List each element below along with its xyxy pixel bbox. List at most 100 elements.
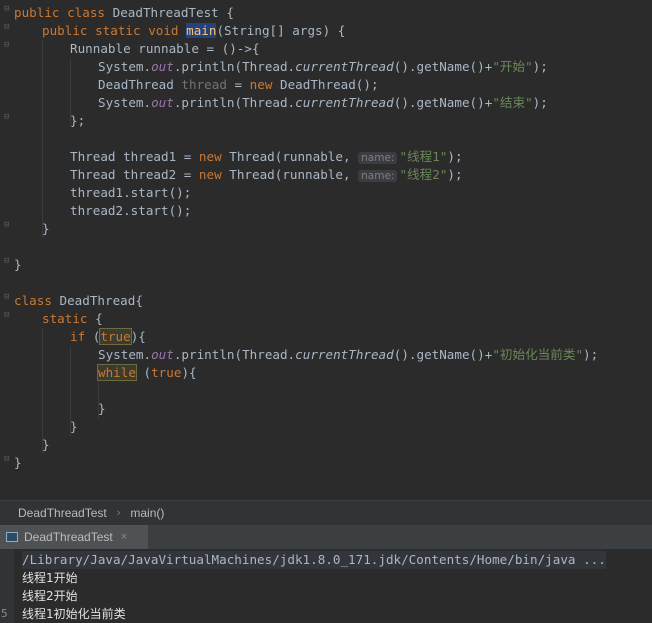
fold-marker-icon[interactable]: ⊟	[4, 113, 10, 122]
parameter-hint: name:	[358, 170, 398, 182]
fold-marker-icon[interactable]: ⊟	[4, 5, 10, 14]
code-line-3[interactable]: Runnable runnable = ()->{	[70, 40, 260, 58]
code-text: ().getName()+	[393, 95, 493, 110]
fold-marker-icon[interactable]: ⊟	[4, 257, 10, 266]
code-text: .println(Thread.	[173, 95, 296, 110]
tab-run-deadthreadtest[interactable]: DeadThreadTest ×	[0, 525, 148, 551]
keyword: public	[42, 23, 88, 38]
string-literal: "初始化当前类"	[492, 347, 584, 362]
brace: {	[226, 5, 234, 20]
class-name: DeadThread{	[51, 293, 143, 308]
code-text: DeadThread	[98, 77, 182, 92]
code-line-10[interactable]: Thread thread2 = new Thread(runnable, na…	[70, 166, 463, 184]
static-field: out	[151, 347, 174, 362]
keyword: new	[198, 149, 222, 164]
code-line-20[interactable]: System.out.println(Thread.currentThread(…	[98, 346, 598, 364]
code-text: System.	[98, 95, 152, 110]
code-text: ){	[181, 365, 197, 380]
code-text: DeadThread();	[272, 77, 379, 92]
run-console[interactable]: 5 /Library/Java/JavaVirtualMachines/jdk1…	[0, 549, 652, 623]
code-line-15[interactable]: }	[14, 256, 22, 274]
code-line-26[interactable]: }	[14, 454, 22, 472]
code-line-19[interactable]: if (true){	[70, 328, 146, 346]
code-line-11[interactable]: thread1.start();	[70, 184, 191, 202]
code-text: =	[226, 77, 250, 92]
code-text: .println(Thread.	[173, 59, 296, 74]
chevron-right-icon: ›	[116, 507, 121, 519]
code-line-13[interactable]: }	[42, 220, 50, 238]
code-text: Thread(runnable,	[221, 149, 359, 164]
keyword: new	[249, 77, 273, 92]
fold-marker-icon[interactable]: ⊟	[4, 221, 10, 230]
static-field: out	[151, 95, 174, 110]
code-line-4[interactable]: System.out.println(Thread.currentThread(…	[98, 58, 548, 76]
indent-guide	[42, 40, 43, 238]
code-text: );	[447, 149, 463, 164]
fold-marker-icon[interactable]: ⊟	[4, 311, 10, 320]
code-text: Thread(runnable,	[221, 167, 359, 182]
string-literal: "结束"	[492, 95, 533, 110]
class-name: DeadThreadTest	[112, 5, 219, 20]
console-output-line: 线程2开始	[22, 589, 78, 603]
keyword: static	[42, 311, 88, 326]
fold-marker-icon[interactable]: ⊟	[4, 41, 10, 50]
breadcrumb: DeadThreadTest › main()	[0, 500, 652, 525]
unused-variable: thread	[181, 77, 227, 92]
code-line-7[interactable]: };	[70, 112, 85, 130]
code-line-1[interactable]: public class DeadThreadTest {	[14, 4, 234, 22]
code-line-9[interactable]: Thread thread1 = new Thread(runnable, na…	[70, 148, 463, 166]
console-command-line: /Library/Java/JavaVirtualMachines/jdk1.8…	[22, 551, 606, 569]
editor-gutter[interactable]: ⊟ ⊟ ⊟ ⊟ ⊟ ⊟ ⊟ ⊟ ⊟	[0, 0, 12, 500]
breadcrumb-class[interactable]: DeadThreadTest	[0, 506, 107, 520]
code-text: );	[447, 167, 463, 182]
code-text: {	[87, 311, 103, 326]
code-line-25[interactable]: }	[42, 436, 50, 454]
code-text: (	[85, 329, 101, 344]
keyword: new	[198, 167, 222, 182]
string-literal: "线程1"	[399, 149, 448, 164]
keyword: public	[14, 5, 60, 20]
string-literal: "线程2"	[399, 167, 448, 182]
run-tab-label: DeadThreadTest	[24, 530, 113, 544]
parameter-hint: name:	[358, 152, 398, 164]
console-gutter: 5	[0, 549, 14, 623]
keyword: static	[95, 23, 141, 38]
code-text: );	[532, 59, 548, 74]
code-text: );	[583, 347, 599, 362]
code-text: ){	[130, 329, 146, 344]
code-line-6[interactable]: System.out.println(Thread.currentThread(…	[98, 94, 548, 112]
console-output-line: 线程1初始化当前类	[22, 607, 126, 621]
static-method: currentThread	[295, 95, 394, 110]
keyword-highlighted: true	[99, 328, 132, 345]
code-line-21[interactable]: while (true){	[97, 364, 197, 382]
method-signature: (String[] args) {	[216, 23, 346, 38]
code-line-2[interactable]: public static void main(String[] args) {	[42, 22, 345, 40]
static-method: currentThread	[295, 347, 394, 362]
run-console-icon	[6, 532, 18, 542]
fold-marker-icon[interactable]: ⊟	[4, 23, 10, 32]
keyword: class	[67, 5, 106, 20]
code-text: System.	[98, 59, 152, 74]
breadcrumb-method[interactable]: main()	[120, 506, 164, 520]
code-editor[interactable]: ⊟ ⊟ ⊟ ⊟ ⊟ ⊟ ⊟ ⊟ ⊟ public class DeadThrea…	[0, 0, 652, 500]
fold-marker-icon[interactable]: ⊟	[4, 455, 10, 464]
code-line-18[interactable]: static {	[42, 310, 103, 328]
code-line-12[interactable]: thread2.start();	[70, 202, 191, 220]
fold-marker-icon[interactable]: ⊟	[4, 293, 10, 302]
string-literal: "开始"	[492, 59, 533, 74]
code-line-23[interactable]: }	[98, 400, 106, 418]
code-text: Thread thread2 =	[70, 167, 199, 182]
code-text: ().getName()+	[393, 347, 493, 362]
static-field: out	[151, 59, 174, 74]
keyword: if	[70, 329, 86, 344]
code-text: Thread thread1 =	[70, 149, 199, 164]
code-line-24[interactable]: }	[70, 418, 78, 436]
close-icon[interactable]: ×	[121, 531, 127, 543]
code-text: .println(Thread.	[173, 347, 296, 362]
static-method: currentThread	[295, 59, 394, 74]
code-text: ().getName()+	[393, 59, 493, 74]
keyword: class	[14, 293, 52, 308]
code-text: (	[135, 365, 152, 380]
code-line-5[interactable]: DeadThread thread = new DeadThread();	[98, 76, 379, 94]
code-line-17[interactable]: class DeadThread{	[14, 292, 143, 310]
